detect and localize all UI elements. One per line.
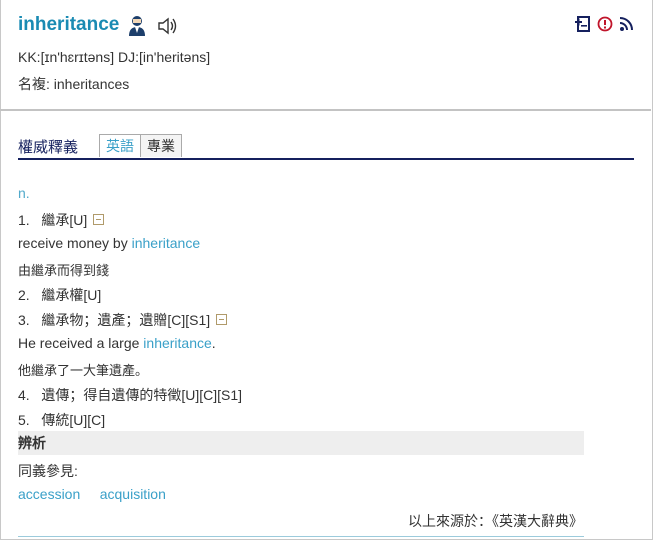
sense-number: 4.	[18, 387, 30, 403]
notebook-add-icon[interactable]	[575, 16, 591, 36]
source-attribution: 以上來源於：《英漢大辭典》	[408, 513, 583, 529]
rss-icon[interactable]	[619, 16, 633, 36]
speaker-icon[interactable]	[157, 17, 179, 39]
synonym-label: 同義參見:	[18, 463, 78, 479]
sense-2: 2. 繼承權[U]	[18, 285, 101, 305]
sense-1: 1. 繼承[U]	[18, 210, 105, 230]
sense-definition: 傳統[U][C]	[41, 412, 106, 428]
example-text: receive money by	[18, 235, 132, 251]
tab-professional[interactable]: 專業	[140, 134, 182, 157]
example-text: He received a large	[18, 335, 144, 351]
keyword-link[interactable]: inheritance	[132, 235, 201, 251]
sense-3: 3. 繼承物；遺產；遺贈[C][S1]	[18, 310, 228, 330]
headword: inheritance	[18, 14, 120, 35]
example-zh: 他繼承了一大筆遺產。	[18, 363, 149, 378]
definition-tabs: 權威釋義 英語 專業	[18, 133, 634, 160]
sense-5: 5. 傳統[U][C]	[18, 410, 105, 430]
sense-definition: 繼承權[U]	[41, 287, 102, 303]
keyword-link[interactable]: inheritance	[143, 335, 212, 351]
example-en: He received a large inheritance.	[18, 335, 216, 351]
sense-number: 1.	[18, 212, 30, 228]
collapse-icon[interactable]	[216, 314, 228, 325]
sense-number: 2.	[18, 287, 30, 303]
example-zh: 由繼承而得到錢	[18, 263, 110, 278]
synonym-links: accession acquisition	[18, 486, 166, 502]
sense-definition: 繼承[U]	[41, 212, 88, 228]
pronunciation: KK:[ɪn'hɛrɪtəns] DJ:[in'heritəns]	[18, 49, 211, 65]
tab-english[interactable]: 英語	[99, 134, 141, 157]
sense-definition: 遺傳；得自遺傳的特徵[U][C][S1]	[41, 387, 243, 403]
divider	[18, 536, 584, 537]
person-icon[interactable]	[127, 15, 147, 41]
example-en: receive money by inheritance	[18, 235, 200, 251]
sense-number: 5.	[18, 412, 30, 428]
part-of-speech: n.	[18, 185, 30, 201]
sense-definition: 繼承物；遺產；遺贈[C][S1]	[41, 312, 211, 328]
synonym-link-accession[interactable]: accession	[18, 486, 80, 502]
synonym-section-title: 辨析	[18, 431, 584, 455]
sense-4: 4. 遺傳；得自遺傳的特徵[U][C][S1]	[18, 385, 242, 405]
report-icon[interactable]	[597, 16, 613, 36]
word-header: inheritance KK:[ɪn'hɛrɪtəns] DJ:[in'heri…	[0, 0, 651, 111]
sense-number: 3.	[18, 312, 30, 328]
tab-authoritative[interactable]: 權威釋義	[18, 136, 78, 157]
collapse-icon[interactable]	[93, 214, 105, 225]
example-text-end: .	[211, 335, 216, 351]
synonym-link-acquisition[interactable]: acquisition	[100, 486, 166, 502]
plural-form: 名複: inheritances	[18, 76, 130, 92]
